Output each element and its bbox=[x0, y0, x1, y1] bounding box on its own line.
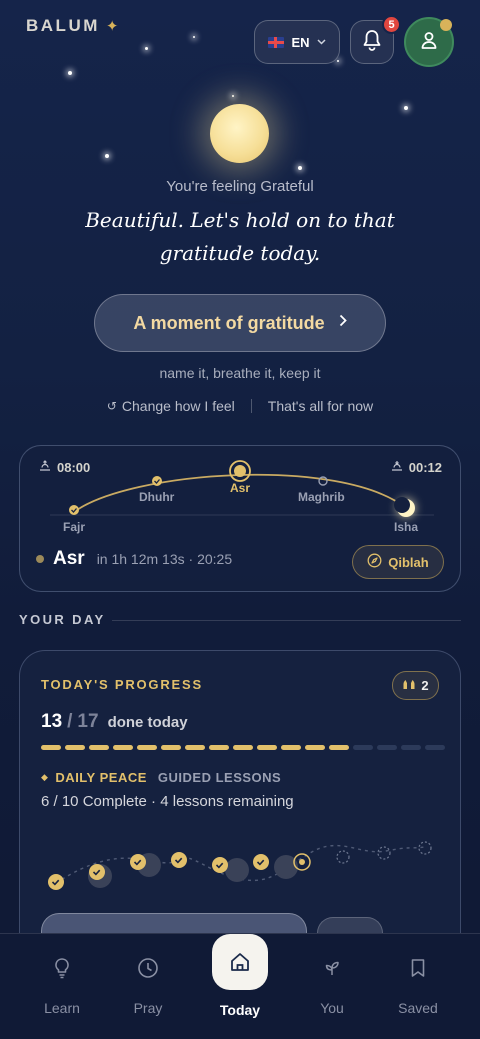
lesson-node-shadow bbox=[225, 858, 249, 882]
lesson-node-complete bbox=[89, 864, 105, 880]
notification-badge: 5 bbox=[382, 15, 401, 34]
sunrise-time: 08:00 bbox=[38, 460, 90, 475]
sunset-icon bbox=[390, 460, 404, 475]
lesson-node-complete bbox=[171, 852, 187, 868]
gratitude-button-label: A moment of gratitude bbox=[133, 312, 325, 333]
feeling-text: You're feeling Grateful bbox=[166, 178, 314, 195]
prayer-label-dhuhr: Dhuhr bbox=[139, 490, 175, 504]
night-time-value: 00:12 bbox=[408, 460, 442, 475]
crescent-moon-icon bbox=[394, 497, 415, 517]
star-decoration bbox=[68, 71, 72, 75]
sparkle-icon: ✦ bbox=[105, 18, 121, 35]
profile-avatar[interactable] bbox=[404, 17, 454, 67]
lesson-node-complete bbox=[253, 854, 269, 870]
bookmark-icon bbox=[404, 954, 432, 982]
star-decoration bbox=[145, 47, 148, 50]
dhuhr-marker bbox=[152, 476, 162, 486]
gratitude-subtitle: name it, breathe it, keep it bbox=[159, 365, 321, 381]
chevron-right-icon bbox=[339, 314, 347, 332]
night-time: 00:12 bbox=[390, 460, 442, 475]
nav-label-pray: Pray bbox=[133, 1000, 163, 1016]
qiblah-label: Qiblah bbox=[388, 554, 429, 570]
brand-logo: BALUM ✦ bbox=[26, 16, 121, 36]
moon-illustration bbox=[210, 104, 269, 163]
fajr-marker bbox=[69, 505, 79, 515]
current-prayer-dot bbox=[36, 555, 44, 563]
maghrib-marker bbox=[318, 476, 328, 486]
lightbulb-icon bbox=[48, 954, 76, 982]
section-title: YOUR DAY bbox=[19, 612, 106, 627]
change-feeling-link[interactable]: ↺ Change how I feel bbox=[107, 398, 235, 414]
done-for-now-link[interactable]: That's all for now bbox=[268, 398, 373, 414]
bell-icon bbox=[362, 29, 382, 56]
nav-item-pray[interactable]: Pray bbox=[100, 934, 196, 1039]
sunrise-time-value: 08:00 bbox=[57, 460, 91, 475]
divider bbox=[250, 399, 252, 413]
language-code: EN bbox=[291, 34, 310, 50]
star-decoration bbox=[105, 154, 109, 158]
lesson-node-locked bbox=[377, 846, 391, 860]
nav-item-today[interactable]: Today bbox=[192, 934, 288, 1039]
current-prayer-name: Asr bbox=[53, 548, 85, 569]
star-decoration bbox=[298, 166, 302, 170]
star-decoration bbox=[232, 95, 234, 97]
star-decoration bbox=[404, 106, 408, 110]
nav-item-saved[interactable]: Saved bbox=[370, 934, 466, 1039]
lesson-node-complete bbox=[48, 874, 64, 890]
lesson-node-locked bbox=[336, 850, 350, 864]
divider bbox=[112, 620, 461, 621]
prayer-label-asr: Asr bbox=[230, 481, 251, 495]
nav-label-saved: Saved bbox=[398, 1000, 438, 1016]
brand-name: BALUM bbox=[26, 16, 100, 35]
bottom-navigation: Learn Pray Today You Saved bbox=[0, 933, 480, 1039]
sprout-icon bbox=[318, 954, 346, 982]
language-selector[interactable]: EN bbox=[254, 20, 340, 64]
mood-actions: ↺ Change how I feel That's all for now bbox=[0, 398, 480, 414]
lesson-node-complete bbox=[130, 854, 146, 870]
nav-label-today: Today bbox=[219, 1002, 261, 1018]
prayer-times-card[interactable]: 08:00 00:12 Fajr Dhuhr Asr Maghrib Isha … bbox=[19, 445, 461, 592]
nav-label-you: You bbox=[320, 1000, 344, 1016]
gratitude-moment-button[interactable]: A moment of gratitude bbox=[94, 294, 386, 352]
qiblah-button[interactable]: Qiblah bbox=[352, 545, 444, 579]
nav-item-you[interactable]: You bbox=[284, 934, 380, 1039]
notifications-button[interactable]: 5 bbox=[350, 15, 401, 64]
uk-flag-icon bbox=[268, 36, 285, 48]
nav-label-learn: Learn bbox=[44, 1000, 80, 1016]
home-icon bbox=[212, 934, 268, 990]
star-decoration bbox=[337, 60, 339, 62]
asr-marker bbox=[229, 460, 251, 482]
star-decoration bbox=[193, 36, 195, 38]
mood-quote: Beautiful. Let's hold on to that gratitu… bbox=[85, 208, 395, 265]
status-dot bbox=[440, 19, 452, 31]
refresh-icon: ↺ bbox=[106, 399, 117, 413]
lesson-node-complete bbox=[212, 857, 228, 873]
current-prayer: Asr in 1h 12m 13s · 20:25 bbox=[36, 548, 232, 570]
clock-icon bbox=[134, 954, 162, 982]
prayer-label-fajr: Fajr bbox=[63, 520, 86, 534]
current-prayer-countdown: in 1h 12m 13s · 20:25 bbox=[96, 551, 233, 567]
compass-icon bbox=[367, 553, 382, 571]
user-icon bbox=[419, 30, 439, 55]
chevron-down-icon bbox=[317, 37, 326, 47]
nav-item-learn[interactable]: Learn bbox=[14, 934, 110, 1039]
change-feeling-label: Change how I feel bbox=[121, 398, 235, 414]
sunrise-icon bbox=[38, 460, 52, 475]
prayer-label-isha: Isha bbox=[394, 520, 419, 534]
prayer-label-maghrib: Maghrib bbox=[298, 490, 345, 504]
